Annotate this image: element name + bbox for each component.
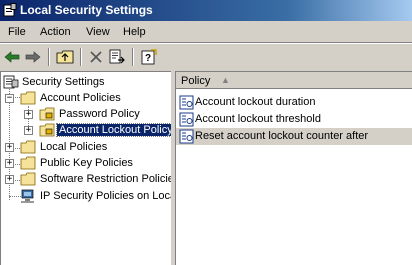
expand-toggle[interactable]: + bbox=[24, 110, 33, 119]
tree-root-label: Security Settings bbox=[22, 76, 105, 88]
window-title: Local Security Settings bbox=[20, 3, 153, 17]
list-item[interactable]: Account lockout threshold bbox=[176, 111, 412, 128]
export-list-button[interactable] bbox=[108, 48, 128, 66]
expand-toggle[interactable]: + bbox=[5, 143, 14, 152]
menu-view[interactable]: View bbox=[86, 26, 110, 38]
svg-text:?: ? bbox=[145, 53, 151, 64]
export-list-icon bbox=[109, 49, 125, 64]
folder-icon bbox=[20, 91, 36, 105]
security-settings-icon bbox=[3, 75, 19, 89]
tree-item-software-restriction-policies[interactable]: + Software Restriction Policie bbox=[1, 171, 171, 187]
forward-arrow-icon bbox=[25, 51, 41, 63]
folder-icon bbox=[20, 156, 36, 170]
menu-help[interactable]: Help bbox=[123, 26, 146, 38]
column-header-policy[interactable]: Policy ▲ bbox=[176, 72, 412, 89]
back-arrow-icon bbox=[4, 51, 20, 63]
tree-item-password-policy[interactable]: + Password Policy bbox=[1, 106, 171, 122]
back-button[interactable] bbox=[2, 48, 22, 66]
tree-item-ip-security-policies[interactable]: IP Security Policies on Loca bbox=[1, 188, 171, 204]
toolbar-separator bbox=[132, 48, 134, 66]
policy-setting-icon bbox=[179, 112, 194, 127]
folder-icon bbox=[20, 172, 36, 186]
policy-setting-icon bbox=[179, 129, 194, 144]
tree-item-account-lockout-policy[interactable]: + Account Lockout Policy bbox=[1, 122, 171, 138]
toolbar-separator bbox=[48, 48, 50, 66]
folder-icon bbox=[20, 140, 36, 154]
tree-item-label: Software Restriction Policie bbox=[40, 173, 171, 185]
tree-item-label: Local Policies bbox=[40, 141, 108, 153]
tree-item-label: Account Policies bbox=[40, 92, 121, 104]
title-bar[interactable]: Local Security Settings bbox=[0, 0, 412, 21]
tree-pane[interactable]: Security Settings − Account Policies + P… bbox=[0, 71, 171, 265]
help-button[interactable]: ? bbox=[139, 48, 159, 66]
security-settings-app-icon bbox=[3, 3, 17, 17]
network-computer-icon bbox=[21, 189, 34, 203]
menu-bar: File Action View Help bbox=[0, 21, 412, 43]
help-icon: ? bbox=[141, 49, 157, 65]
tree-item-label: Public Key Policies bbox=[40, 157, 133, 169]
menu-action[interactable]: Action bbox=[40, 26, 71, 38]
list-item-label: Account lockout duration bbox=[195, 96, 316, 108]
delete-button[interactable] bbox=[86, 48, 106, 66]
expand-toggle[interactable]: + bbox=[24, 126, 33, 135]
toolbar: ? bbox=[0, 44, 412, 70]
sort-ascending-icon: ▲ bbox=[221, 75, 230, 85]
tree-item-label: Account Lockout Policy bbox=[56, 123, 171, 137]
expand-toggle[interactable]: + bbox=[5, 175, 14, 184]
list-item-label: Reset account lockout counter after bbox=[195, 130, 369, 142]
collapse-toggle[interactable]: − bbox=[5, 94, 14, 103]
folder-lock-icon bbox=[39, 123, 55, 137]
menu-file[interactable]: File bbox=[8, 26, 26, 38]
toolbar-separator bbox=[80, 48, 82, 66]
tree-item-account-policies[interactable]: − Account Policies bbox=[1, 90, 171, 106]
console-panes: Security Settings − Account Policies + P… bbox=[0, 71, 412, 265]
list-item-label: Account lockout threshold bbox=[195, 113, 321, 125]
column-header-label: Policy bbox=[181, 75, 211, 87]
details-pane[interactable]: Policy ▲ Account lockout duration Accoun… bbox=[175, 71, 412, 265]
tree-item-label: IP Security Policies on Loca bbox=[40, 190, 171, 202]
policy-setting-icon bbox=[179, 95, 194, 110]
tree-item-label: Password Policy bbox=[59, 108, 140, 120]
tree-item-public-key-policies[interactable]: + Public Key Policies bbox=[1, 155, 171, 171]
forward-button[interactable] bbox=[23, 48, 43, 66]
list-item[interactable]: Account lockout duration bbox=[176, 94, 412, 111]
list-item[interactable]: Reset account lockout counter after bbox=[176, 128, 412, 145]
up-one-level-button[interactable] bbox=[55, 48, 75, 66]
folder-lock-icon bbox=[39, 107, 55, 121]
expand-toggle[interactable]: + bbox=[5, 159, 14, 168]
up-folder-icon bbox=[56, 50, 74, 64]
delete-icon bbox=[90, 51, 102, 63]
tree-item-local-policies[interactable]: + Local Policies bbox=[1, 139, 171, 155]
